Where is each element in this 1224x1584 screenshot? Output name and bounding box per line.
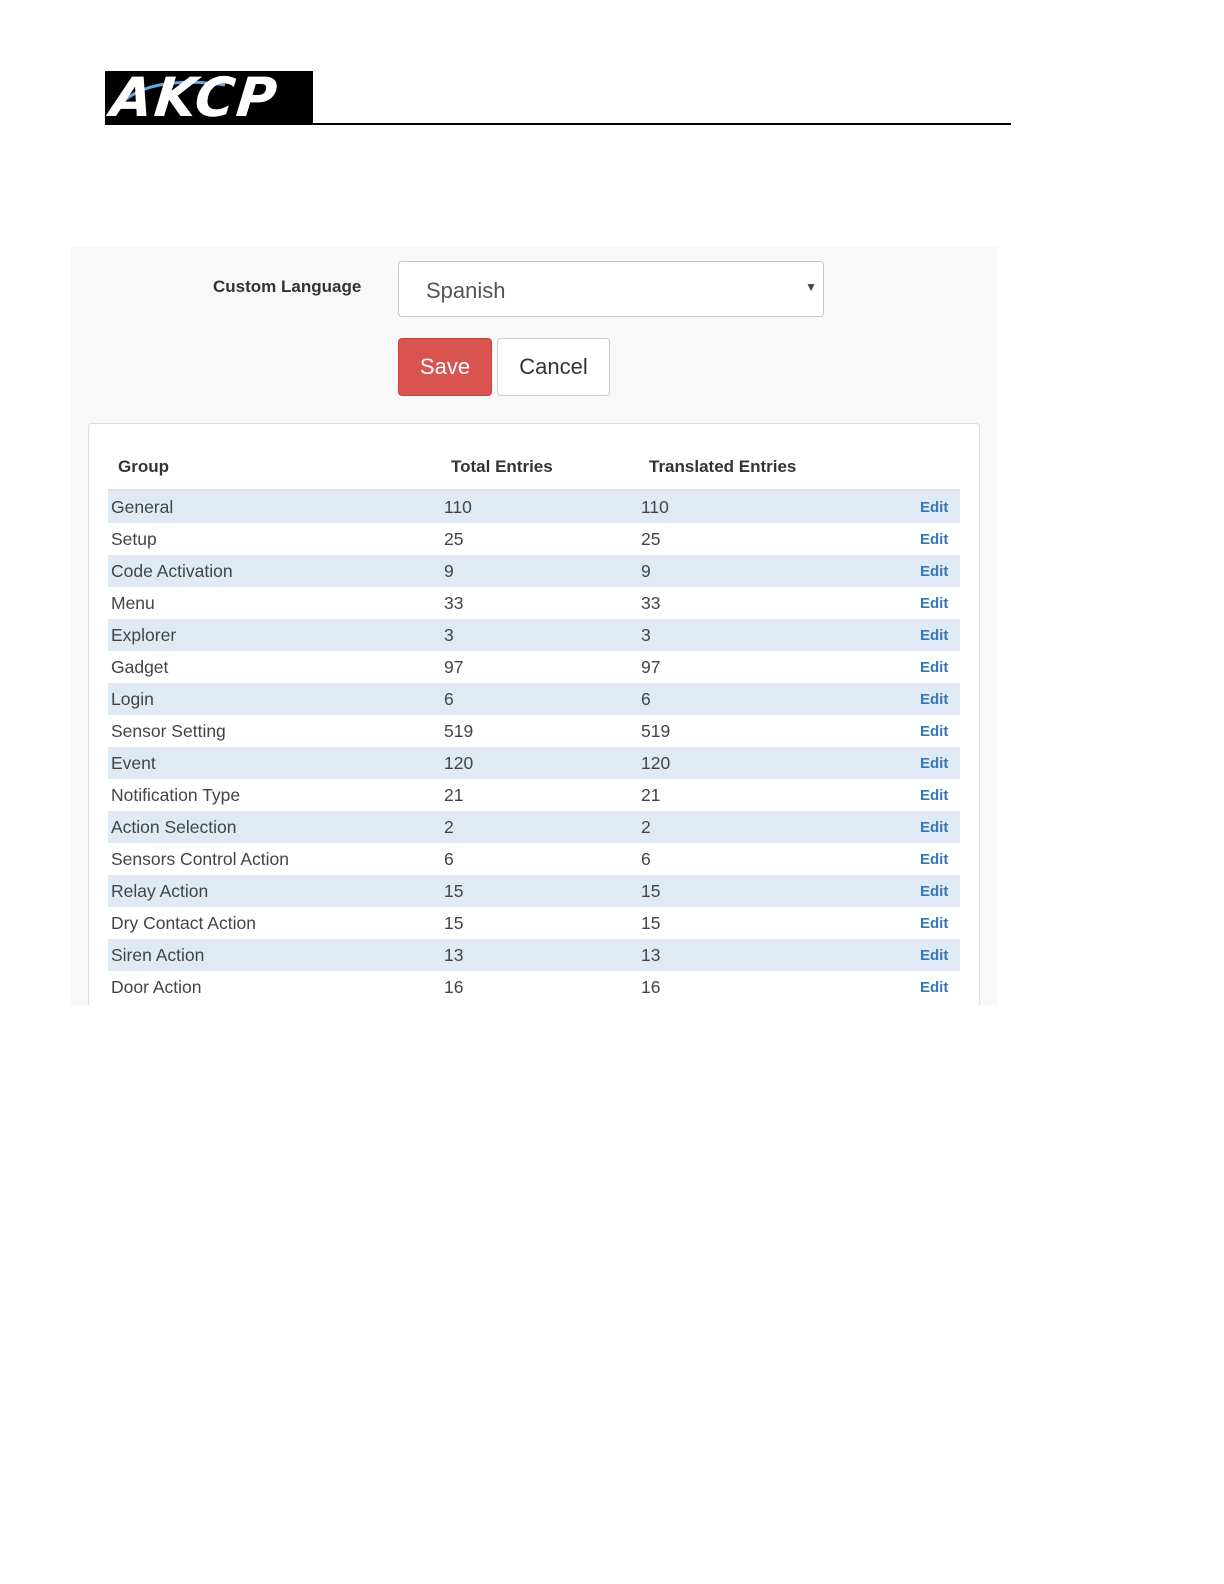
- total-entries-cell: 519: [444, 721, 474, 741]
- edit-link[interactable]: Edit: [920, 755, 948, 772]
- table-row: Door Action 16 16 Edit: [108, 971, 960, 1003]
- table-row: Sensors Control Action 6 6 Edit: [108, 843, 960, 875]
- translated-entries-cell: 15: [641, 913, 661, 933]
- translated-entries-cell: 120: [641, 753, 671, 773]
- edit-link[interactable]: Edit: [920, 627, 948, 644]
- translated-entries-cell: 16: [641, 977, 661, 997]
- group-cell: General: [111, 497, 174, 517]
- header-divider: [105, 123, 1011, 125]
- translated-entries-cell: 15: [641, 881, 661, 901]
- table-row: General 110 110 Edit: [108, 491, 960, 523]
- custom-language-value: Spanish: [426, 278, 506, 303]
- group-cell: Notification Type: [111, 785, 241, 805]
- group-cell: Login: [111, 689, 154, 709]
- table-row: Relay Action 15 15 Edit: [108, 875, 960, 907]
- total-entries-cell: 25: [444, 529, 464, 549]
- custom-language-select[interactable]: Spanish ▼: [398, 261, 824, 317]
- translated-entries-cell: 21: [641, 785, 661, 805]
- group-cell: Sensors Control Action: [111, 849, 290, 869]
- group-cell: Door Action: [111, 977, 202, 997]
- table-row: Notification Type 21 21 Edit: [108, 779, 960, 811]
- total-entries-cell: 15: [444, 881, 464, 901]
- group-cell: Relay Action: [111, 881, 209, 901]
- edit-link[interactable]: Edit: [920, 819, 948, 836]
- total-entries-cell: 9: [444, 561, 454, 581]
- table-row: Code Activation 9 9 Edit: [108, 555, 960, 587]
- table-row: Login 6 6 Edit: [108, 683, 960, 715]
- translated-entries-cell: 519: [641, 721, 671, 741]
- page-blank-area: [0, 1005, 1224, 1584]
- table-row: Explorer 3 3 Edit: [108, 619, 960, 651]
- column-header-group: Group: [118, 457, 169, 476]
- logo-text: AKCP: [107, 71, 282, 125]
- total-entries-cell: 120: [444, 753, 474, 773]
- translated-entries-cell: 110: [641, 497, 669, 517]
- table-row: Siren Action 13 13 Edit: [108, 939, 960, 971]
- edit-link[interactable]: Edit: [920, 979, 948, 996]
- edit-link[interactable]: Edit: [920, 595, 948, 612]
- custom-language-label: Custom Language: [213, 277, 362, 296]
- total-entries-cell: 13: [444, 945, 464, 965]
- translated-entries-cell: 6: [641, 689, 651, 709]
- translated-entries-cell: 13: [641, 945, 661, 965]
- edit-link[interactable]: Edit: [920, 915, 948, 932]
- group-cell: Siren Action: [111, 945, 205, 965]
- total-entries-cell: 16: [444, 977, 464, 997]
- total-entries-cell: 97: [444, 657, 464, 677]
- cancel-button[interactable]: Cancel: [497, 338, 610, 396]
- table-row: Menu 33 33 Edit: [108, 587, 960, 619]
- chevron-down-icon: ▼: [805, 280, 817, 294]
- translation-table-body: General 110 110 Edit Setup 25 25 Edit Code Activ…: [108, 491, 960, 1003]
- edit-link[interactable]: Edit: [920, 883, 948, 900]
- total-entries-cell: 3: [444, 625, 454, 645]
- akcp-logo: AKCP: [105, 71, 313, 125]
- table-row: Gadget 97 97 Edit: [108, 651, 960, 683]
- group-cell: Action Selection: [111, 817, 237, 837]
- translated-entries-cell: 9: [641, 561, 651, 581]
- column-header-translated-entries: Translated Entries: [649, 457, 797, 476]
- translated-entries-cell: 2: [641, 817, 651, 837]
- table-row: Dry Contact Action 15 15 Edit: [108, 907, 960, 939]
- edit-link[interactable]: Edit: [920, 691, 948, 708]
- translated-entries-cell: 6: [641, 849, 651, 869]
- total-entries-cell: 110: [444, 497, 472, 517]
- translated-entries-cell: 97: [641, 657, 661, 677]
- group-cell: Dry Contact Action: [111, 913, 256, 933]
- group-cell: Setup: [111, 529, 157, 549]
- edit-link[interactable]: Edit: [920, 659, 948, 676]
- total-entries-cell: 6: [444, 689, 454, 709]
- column-header-total-entries: Total Entries: [451, 457, 553, 476]
- total-entries-cell: 21: [444, 785, 464, 805]
- edit-link[interactable]: Edit: [920, 851, 948, 868]
- group-cell: Code Activation: [111, 561, 233, 581]
- total-entries-cell: 2: [444, 817, 454, 837]
- edit-link[interactable]: Edit: [920, 787, 948, 804]
- total-entries-cell: 33: [444, 593, 464, 613]
- group-cell: Explorer: [111, 625, 177, 645]
- edit-link[interactable]: Edit: [920, 563, 948, 580]
- group-cell: Sensor Setting: [111, 721, 226, 741]
- save-button[interactable]: Save: [398, 338, 492, 396]
- translated-entries-cell: 25: [641, 529, 661, 549]
- edit-link[interactable]: Edit: [920, 531, 948, 548]
- group-cell: Menu: [111, 593, 155, 613]
- total-entries-cell: 15: [444, 913, 464, 933]
- translated-entries-cell: 33: [641, 593, 661, 613]
- translated-entries-cell: 3: [641, 625, 651, 645]
- edit-link[interactable]: Edit: [920, 499, 948, 516]
- group-cell: Event: [111, 753, 156, 773]
- table-row: Event 120 120 Edit: [108, 747, 960, 779]
- group-cell: Gadget: [111, 657, 169, 677]
- total-entries-cell: 6: [444, 849, 454, 869]
- table-row: Action Selection 2 2 Edit: [108, 811, 960, 843]
- edit-link[interactable]: Edit: [920, 947, 948, 964]
- edit-link[interactable]: Edit: [920, 723, 948, 740]
- table-row: Sensor Setting 519 519 Edit: [108, 715, 960, 747]
- table-row: Setup 25 25 Edit: [108, 523, 960, 555]
